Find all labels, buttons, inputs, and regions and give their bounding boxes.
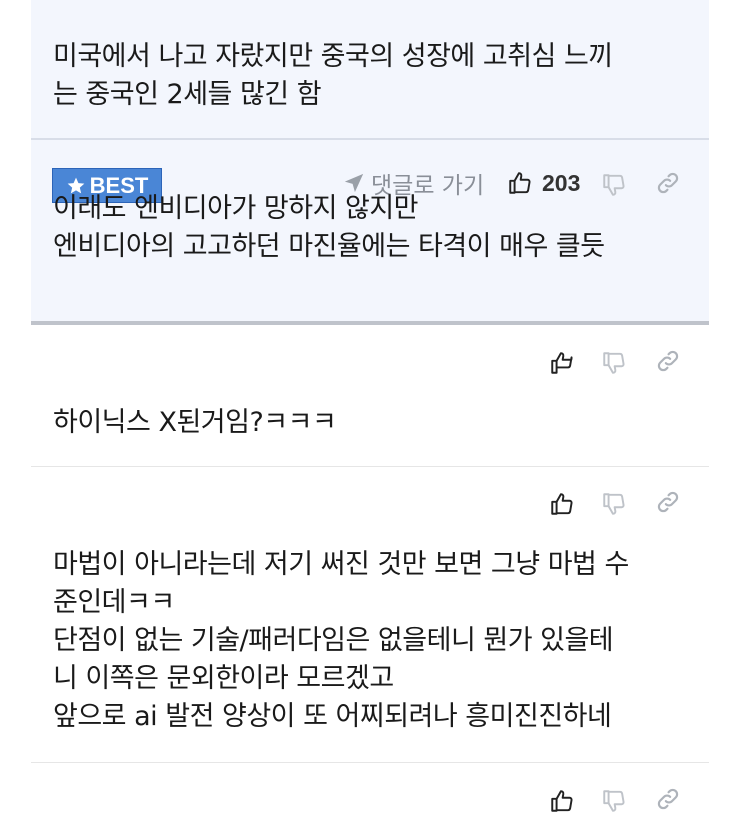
comment-item: 마법이 아니라는데 저기 써진 것만 보면 그냥 마법 수 준인데ㅋㅋ 단점이 … (31, 467, 709, 763)
comment-line: 준인데ㅋㅋ (53, 587, 175, 618)
link-icon (657, 350, 679, 372)
comment-list: 미국에서 나고 자랐지만 중국의 성장에 고취심 느끼 는 중국인 2세들 많긴… (31, 0, 709, 823)
comment-text: 하이닉스 X된거임?ㅋㅋㅋ (53, 404, 337, 442)
thumbs-down-icon (603, 493, 625, 515)
link-icon (657, 172, 679, 194)
best-comment: BEST 댓글로 가기 203 이래도 엔비디아가 망하지 않지만 엔비디아의 … (31, 140, 709, 321)
like-button[interactable] (547, 786, 577, 816)
dislike-button[interactable] (599, 348, 629, 378)
comment-line: 이래도 엔비디아가 망하지 않지만 (53, 193, 419, 224)
dislike-button[interactable] (599, 786, 629, 816)
thumbs-up-icon (551, 493, 573, 515)
link-icon (657, 788, 679, 810)
thumbs-down-icon (603, 174, 625, 196)
comment-text: 이래도 엔비디아가 망하지 않지만 엔비디아의 고고하던 마진율에는 타격이 매… (53, 190, 605, 266)
comment-text: 미국에서 나고 자랐지만 중국의 성장에 고취심 느끼 는 중국인 2세들 많긴… (53, 38, 693, 114)
thumbs-up-icon (551, 790, 573, 812)
comment-text: 마법이 아니라는데 저기 써진 것만 보면 그냥 마법 수 준인데ㅋㅋ 단점이 … (53, 546, 629, 736)
comment-line: 는 중국인 2세들 많긴 함 (53, 79, 322, 110)
comment-line: 앞으로 ai 발전 양상이 또 어찌되려나 흥미진진하네 (53, 701, 612, 732)
link-button[interactable] (653, 487, 683, 517)
like-button[interactable] (547, 489, 577, 519)
link-button[interactable] (653, 346, 683, 376)
best-comments-block: 미국에서 나고 자랐지만 중국의 성장에 고취심 느끼 는 중국인 2세들 많긴… (31, 0, 709, 321)
comment-line: 엔비디아의 고고하던 마진율에는 타격이 매우 클듯 (53, 231, 605, 262)
dislike-button[interactable] (599, 489, 629, 519)
comment-line: 마법이 아니라는데 저기 써진 것만 보면 그냥 마법 수 (53, 549, 629, 580)
link-button[interactable] (653, 784, 683, 814)
thumbs-up-icon (551, 352, 573, 374)
like-button[interactable] (547, 348, 577, 378)
comment-item: 하이닉스 X된거임?ㅋㅋㅋ (31, 325, 709, 467)
comment-line: 단점이 없는 기술/패러다임은 없을테니 뭔가 있을테 (53, 625, 614, 656)
comment-line: 하이닉스 X된거임?ㅋㅋㅋ (53, 407, 337, 438)
link-icon (657, 491, 679, 513)
thumbs-down-icon (603, 352, 625, 374)
comment-item (31, 763, 709, 823)
comment-line: 미국에서 나고 자랐지만 중국의 성장에 고취심 느끼 (53, 41, 613, 72)
comment-line: 니 이쪽은 문외한이라 모르겠고 (53, 663, 394, 694)
comment-item: 미국에서 나고 자랐지만 중국의 성장에 고취심 느끼 는 중국인 2세들 많긴… (31, 0, 709, 138)
thumbs-down-icon (603, 790, 625, 812)
link-button[interactable] (653, 168, 683, 198)
